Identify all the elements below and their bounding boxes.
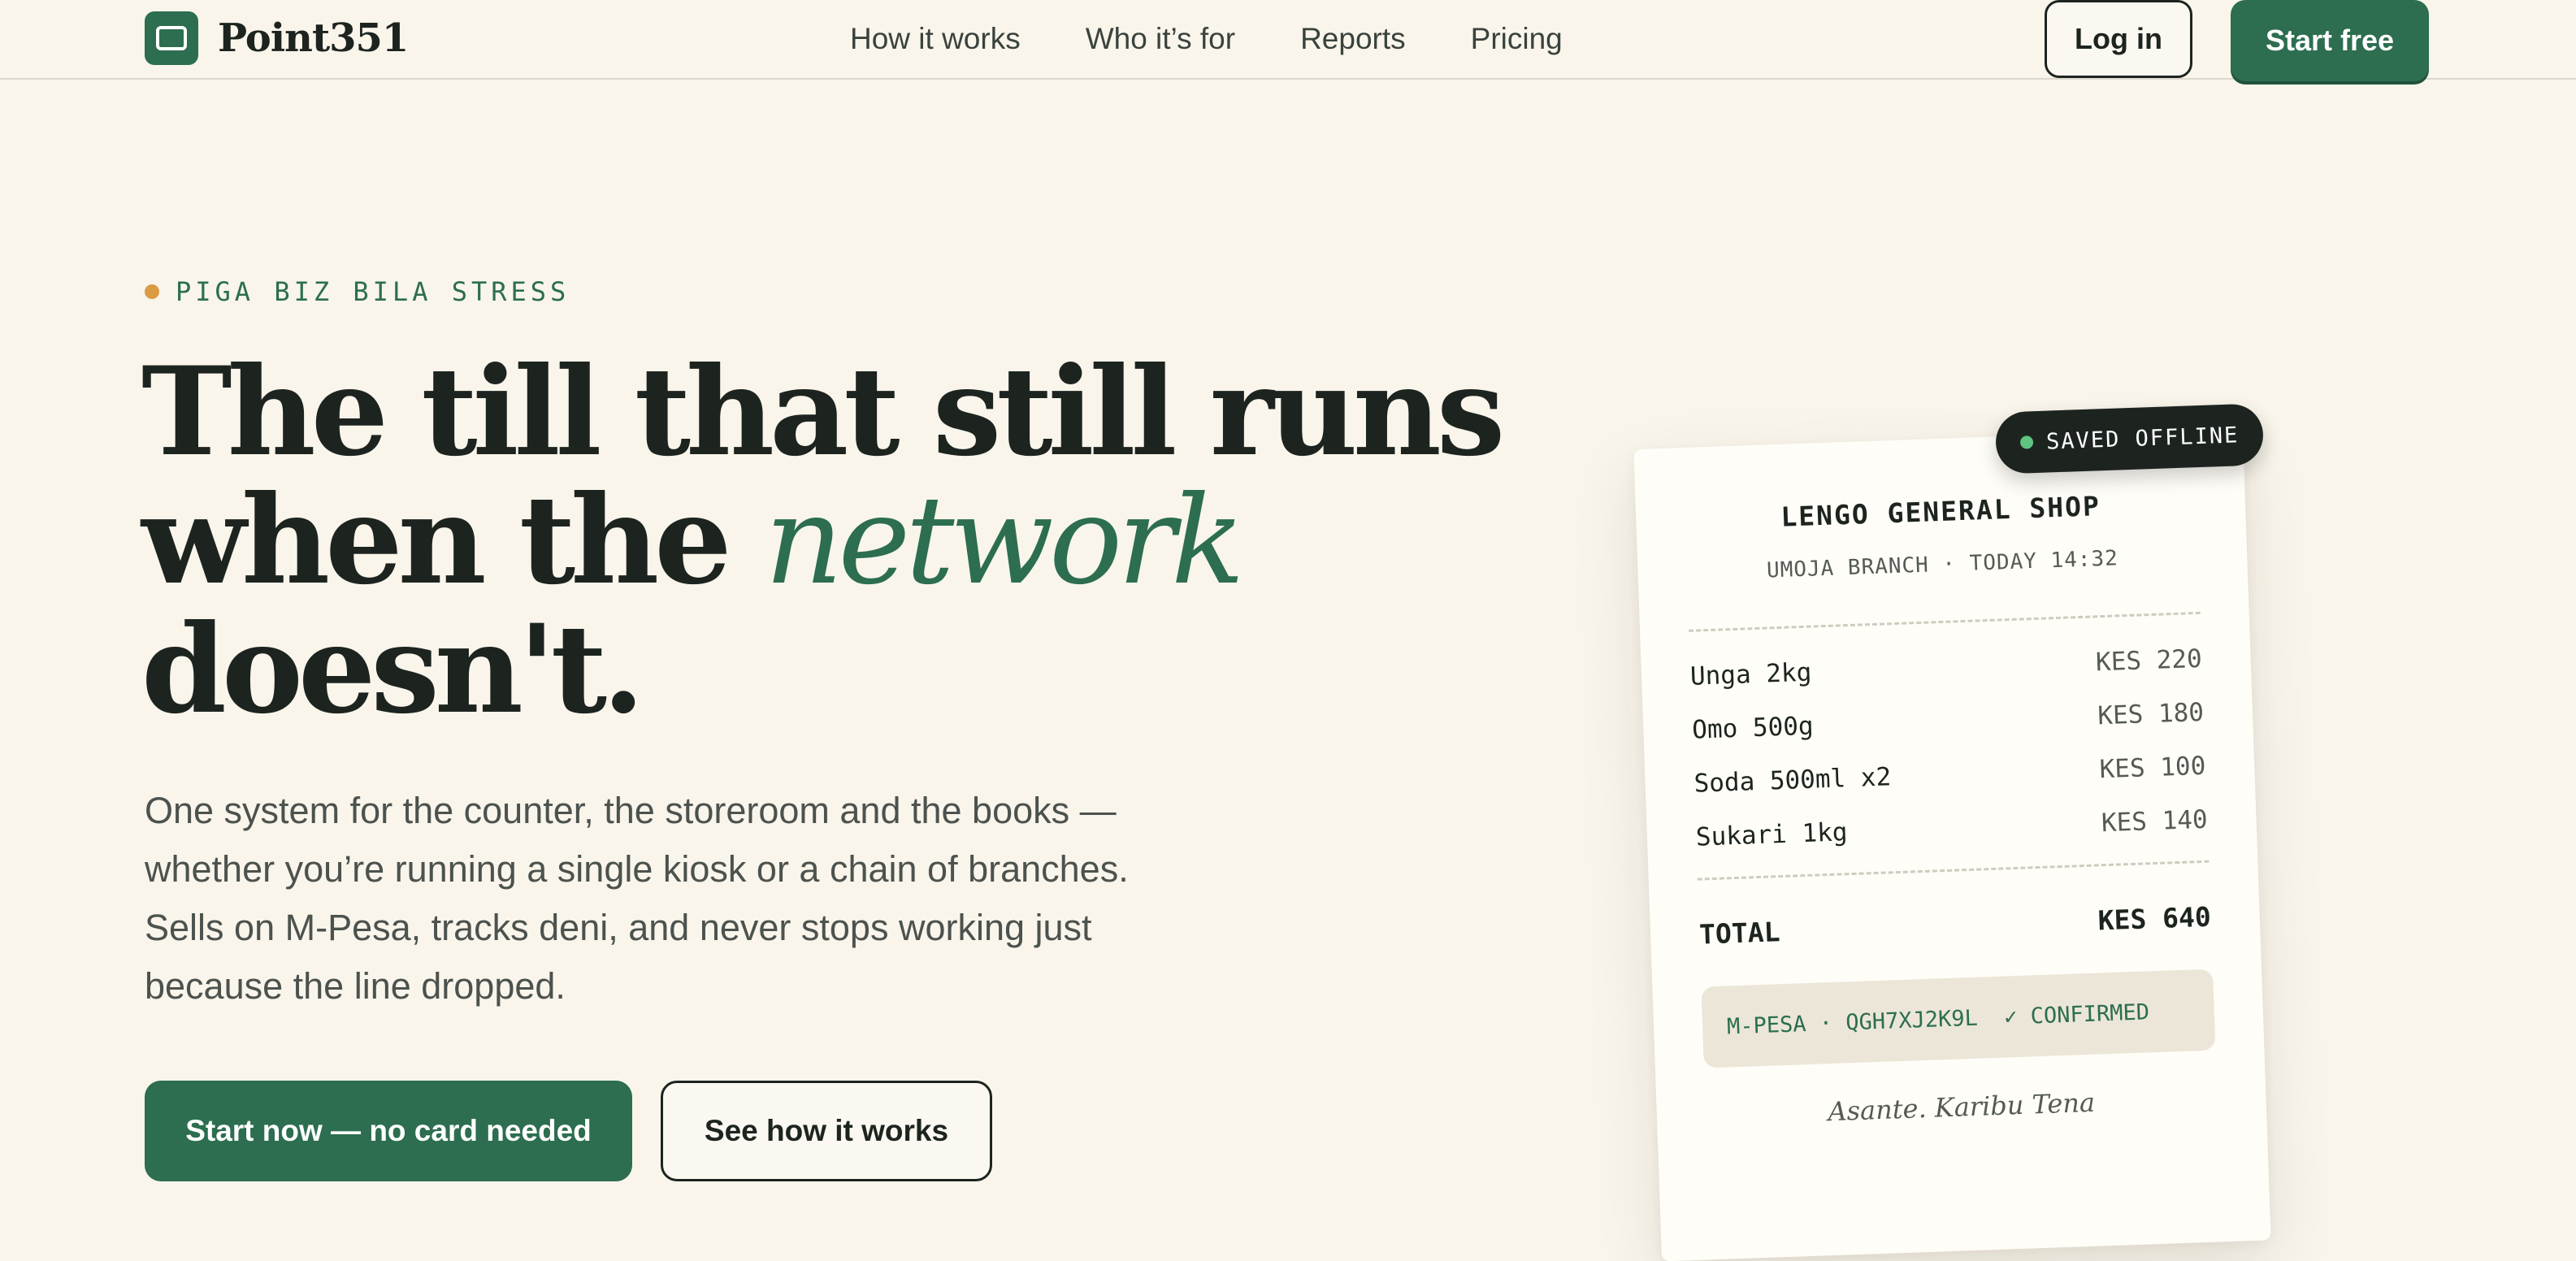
- receipt-line-item: Unga 2kg KES 220: [1689, 644, 2202, 691]
- headline-line-2-prefix: when the: [141, 469, 765, 612]
- receipt-divider: [1689, 611, 2201, 632]
- eyebrow-dot-icon: [145, 284, 159, 299]
- payment-confirmation: M-PESA · QGH7XJ2K9L ✓ CONFIRMED: [1701, 968, 2216, 1068]
- item-name: Omo 500g: [1691, 711, 1815, 745]
- top-nav: Point351 How it works Who it’s for Repor…: [0, 0, 2576, 81]
- hero-eyebrow: PIGA BIZ BILA STRESS: [145, 276, 570, 307]
- receipt-meta: UMOJA BRANCH · TODAY 14:32: [1766, 546, 2119, 583]
- main-nav: How it works Who it’s for Reports Pricin…: [850, 0, 1628, 78]
- hero-lead: One system for the counter, the storeroo…: [145, 790, 1129, 1007]
- receipt-shop-name: LENGO GENERAL SHOP: [1780, 490, 2101, 533]
- login-button[interactable]: Log in: [2045, 0, 2192, 78]
- brand-name: Point351: [218, 15, 409, 61]
- screen-icon: [145, 11, 198, 65]
- item-price: KES 220: [2095, 644, 2203, 678]
- receipt-divider: [1697, 860, 2210, 881]
- receipt-total: TOTAL KES 640: [1698, 901, 2211, 951]
- see-how-it-works-button[interactable]: See how it works: [661, 1081, 992, 1181]
- start-free-button[interactable]: Start free: [2231, 0, 2429, 81]
- brand-logo[interactable]: Point351: [145, 11, 409, 65]
- receipt-line-item: Omo 500g KES 180: [1692, 698, 2205, 745]
- headline-line-1: The till that still runs: [141, 340, 1505, 483]
- nav-pricing[interactable]: Pricing: [1471, 22, 1563, 56]
- nav-who-its-for[interactable]: Who it’s for: [1086, 22, 1235, 56]
- item-price: KES 140: [2101, 804, 2209, 838]
- status-dot-icon: [2019, 436, 2034, 449]
- eyebrow-text: PIGA BIZ BILA STRESS: [176, 276, 570, 307]
- total-value: KES 640: [2097, 900, 2212, 937]
- hero-headline: The till that still runs when the networ…: [141, 348, 1523, 734]
- saved-offline-badge: SAVED OFFLINE: [1994, 403, 2265, 474]
- receipt-footer: Asante. Karibu Tena: [1827, 1086, 2096, 1128]
- receipt-line-item: Sukari 1kg KES 140: [1695, 805, 2208, 852]
- nav-reports[interactable]: Reports: [1300, 22, 1406, 56]
- headline-line-3: doesn't.: [141, 598, 644, 741]
- receipt-line-item: Soda 500ml x2 KES 100: [1693, 752, 2206, 799]
- item-price: KES 100: [2099, 751, 2206, 785]
- start-now-button[interactable]: Start now — no card needed: [145, 1081, 632, 1181]
- item-name: Soda 500ml x2: [1693, 762, 1892, 799]
- total-label: TOTAL: [1698, 916, 1781, 951]
- headline-accent-word: network: [764, 470, 1245, 612]
- nav-how-it-works[interactable]: How it works: [850, 22, 1021, 56]
- item-name: Unga 2kg: [1689, 657, 1812, 691]
- item-name: Sukari 1kg: [1695, 817, 1849, 852]
- badge-text: SAVED OFFLINE: [2045, 422, 2240, 455]
- receipt-card: LENGO GENERAL SHOP UMOJA BRANCH · TODAY …: [1633, 427, 2271, 1261]
- item-price: KES 180: [2097, 697, 2205, 731]
